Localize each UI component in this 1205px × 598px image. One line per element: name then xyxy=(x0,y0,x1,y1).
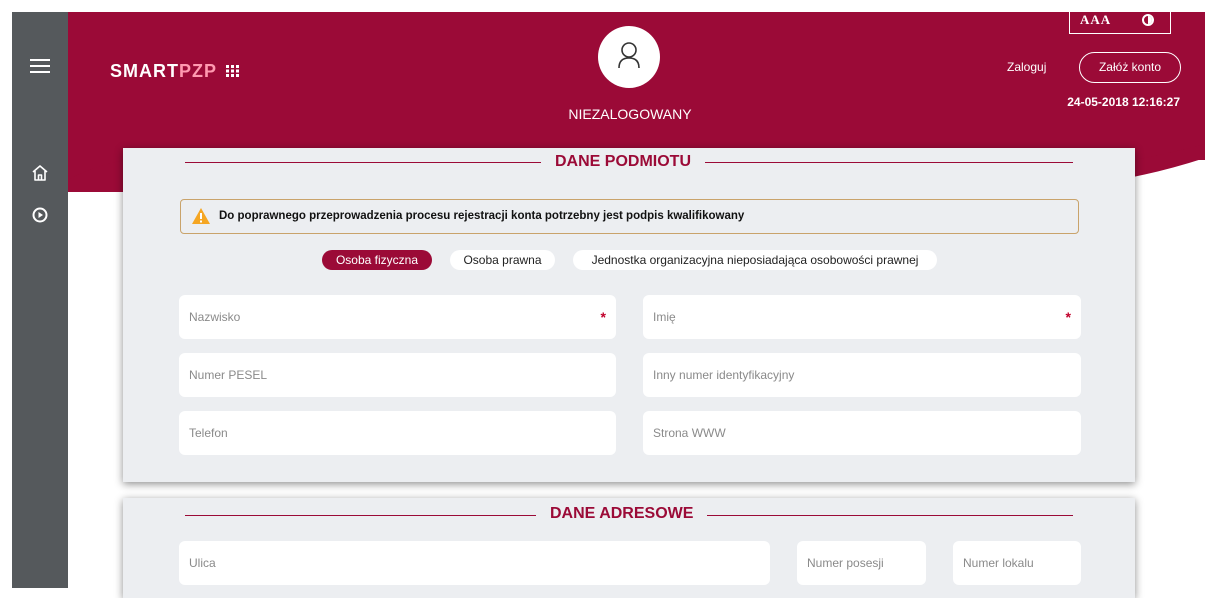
user-icon xyxy=(618,42,640,69)
user-status: NIEZALOGOWANY xyxy=(568,106,692,122)
menu-icon[interactable] xyxy=(12,58,68,79)
surname-input[interactable] xyxy=(189,295,586,339)
section-title-entity: DANE PODMIOTU xyxy=(541,153,705,171)
pesel-field[interactable] xyxy=(179,353,616,397)
building-number-field[interactable] xyxy=(797,541,926,585)
entity-type-natural-person[interactable]: Osoba fizyczna xyxy=(322,250,432,270)
street-field[interactable] xyxy=(179,541,770,585)
current-datetime: 24-05-2018 12:16:27 xyxy=(1067,95,1180,109)
login-link[interactable]: Zaloguj xyxy=(1007,60,1046,74)
warning-icon xyxy=(192,208,210,224)
font-size-toggle[interactable]: AAA xyxy=(1080,12,1111,28)
website-input[interactable] xyxy=(653,411,1051,455)
pesel-input[interactable] xyxy=(189,353,586,397)
required-mark: * xyxy=(600,309,606,325)
home-icon[interactable] xyxy=(12,164,68,187)
accessibility-toolbar: AAA xyxy=(1069,8,1171,34)
unit-number-input[interactable] xyxy=(963,541,1051,585)
phone-input[interactable] xyxy=(189,411,586,455)
street-input[interactable] xyxy=(189,541,740,585)
building-number-input[interactable] xyxy=(807,541,896,585)
register-button[interactable]: Załóż konto xyxy=(1079,52,1181,83)
play-circle-icon[interactable] xyxy=(12,207,68,228)
section-title-address: DANE ADRESOWE xyxy=(536,505,708,523)
surname-field[interactable]: * xyxy=(179,295,616,339)
warning-banner: Do poprawnego przeprowadzenia procesu re… xyxy=(180,199,1079,234)
other-id-input[interactable] xyxy=(653,353,1051,397)
required-mark: * xyxy=(1065,309,1071,325)
app-logo[interactable]: SMARTPZP xyxy=(110,61,240,82)
grid-icon xyxy=(225,65,239,77)
sidebar xyxy=(12,12,68,588)
logo-smart-text: SMART xyxy=(110,61,179,81)
avatar[interactable] xyxy=(598,26,660,88)
entity-type-organizational-unit[interactable]: Jednostka organizacyjna nieposiadająca o… xyxy=(573,250,937,270)
phone-field[interactable] xyxy=(179,411,616,455)
contrast-icon[interactable] xyxy=(1142,14,1154,26)
first-name-field[interactable]: * xyxy=(643,295,1081,339)
website-field[interactable] xyxy=(643,411,1081,455)
top-strip xyxy=(0,0,1205,12)
other-id-field[interactable] xyxy=(643,353,1081,397)
entity-type-legal-person[interactable]: Osoba prawna xyxy=(450,250,555,270)
logo-pzp-text: PZP xyxy=(179,61,217,81)
warning-text: Do poprawnego przeprowadzenia procesu re… xyxy=(219,210,745,222)
unit-number-field[interactable] xyxy=(953,541,1081,585)
first-name-input[interactable] xyxy=(653,295,1051,339)
